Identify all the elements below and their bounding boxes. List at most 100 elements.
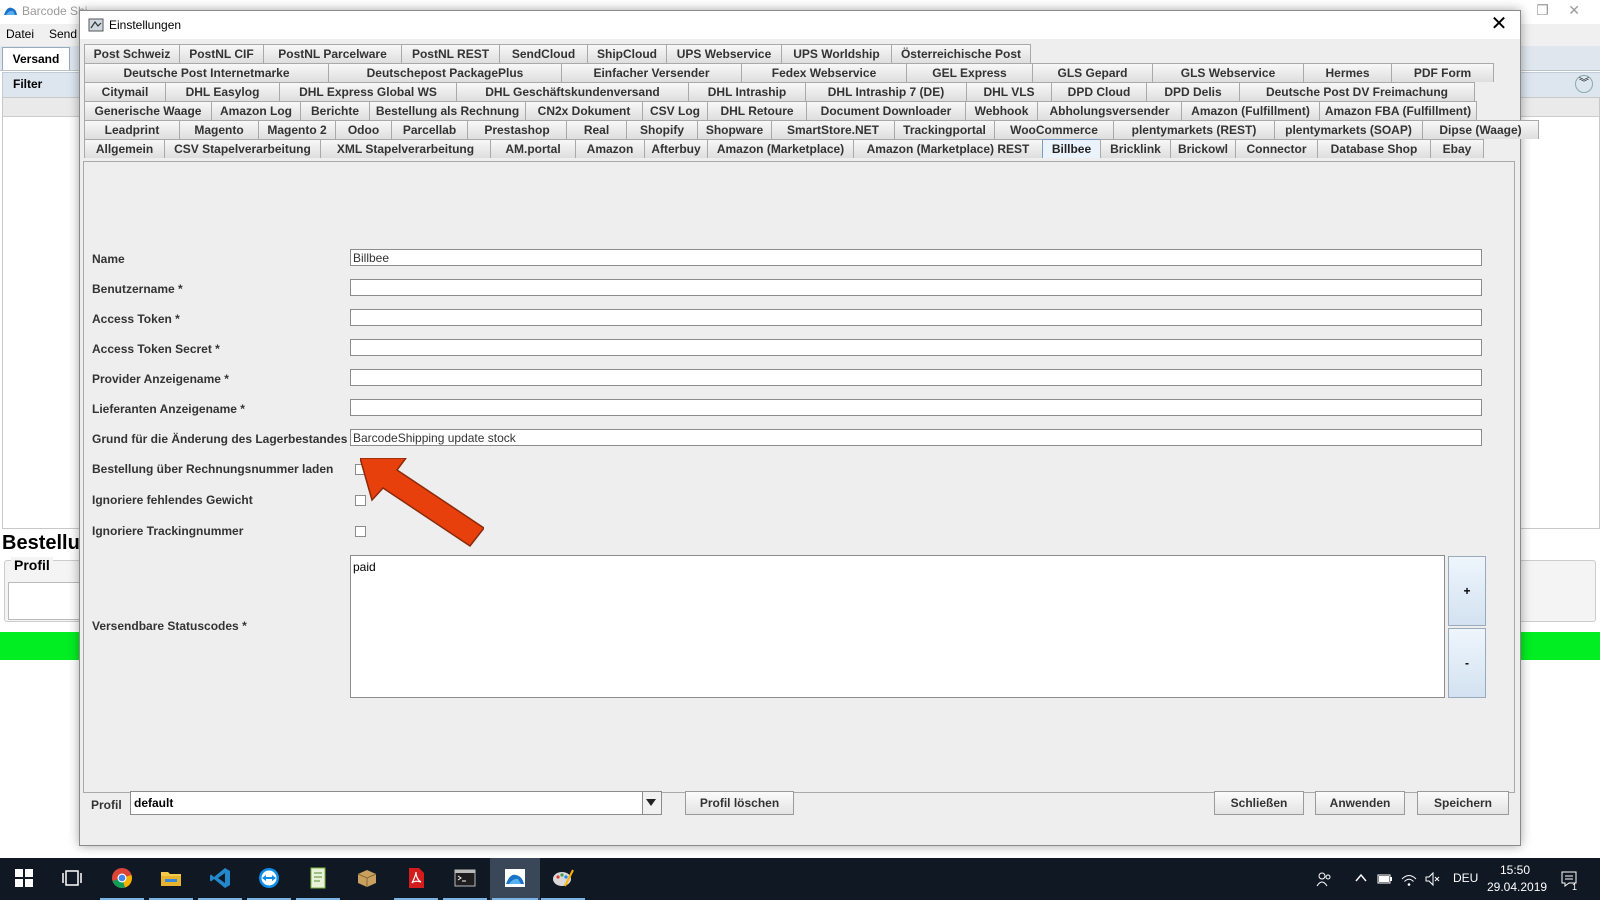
lagerbestand-grund-field[interactable]: BarcodeShipping update stock	[350, 429, 1482, 446]
tab-am-portal[interactable]: AM.portal	[490, 139, 576, 158]
tab-csv-stapelverarbeitung[interactable]: CSV Stapelverarbeitung	[164, 139, 321, 158]
tab-smartstore-net[interactable]: SmartStore.NET	[771, 120, 895, 139]
list-item[interactable]: paid	[353, 560, 1442, 574]
windows-start-icon[interactable]	[12, 866, 36, 890]
notepad-icon[interactable]	[306, 866, 330, 890]
tab-bricklink[interactable]: Bricklink	[1100, 139, 1171, 158]
background-profile-field[interactable]	[8, 582, 80, 620]
tab-gls-gepard[interactable]: GLS Gepard	[1032, 63, 1153, 82]
vscode-icon[interactable]	[208, 866, 232, 890]
close-icon[interactable]: ✕	[1488, 14, 1510, 34]
tab-dhl-vls[interactable]: DHL VLS	[966, 82, 1052, 101]
profil-select[interactable]: default	[130, 791, 662, 815]
tab-brickowl[interactable]: Brickowl	[1170, 139, 1236, 158]
tab-österreichische-post[interactable]: Österreichische Post	[891, 44, 1031, 63]
barcode-shipping-icon[interactable]	[503, 866, 527, 890]
tab-leadprint[interactable]: Leadprint	[84, 120, 180, 139]
language-indicator[interactable]: DEU	[1453, 871, 1478, 885]
tab-real[interactable]: Real	[566, 120, 627, 139]
tab-sendcloud[interactable]: SendCloud	[499, 44, 588, 63]
tab-woocommerce[interactable]: WooCommerce	[994, 120, 1114, 139]
wifi-icon[interactable]	[1401, 871, 1417, 887]
tab-amazon-log[interactable]: Amazon Log	[211, 101, 301, 120]
tab-afterbuy[interactable]: Afterbuy	[644, 139, 708, 158]
tab-connector[interactable]: Connector	[1235, 139, 1318, 158]
tab-post-schweiz[interactable]: Post Schweiz	[84, 44, 180, 63]
paint-icon[interactable]	[551, 866, 575, 890]
tab-shopify[interactable]: Shopify	[626, 120, 698, 139]
profil-loeschen-button[interactable]: Profil löschen	[685, 791, 794, 815]
menu-send[interactable]: Send	[49, 27, 77, 41]
tab-dpd-cloud[interactable]: DPD Cloud	[1051, 82, 1147, 101]
tab-postnl-cif[interactable]: PostNL CIF	[179, 44, 264, 63]
tab-magento[interactable]: Magento	[179, 120, 259, 139]
tab-amazon[interactable]: Amazon	[575, 139, 645, 158]
tab-dhl-retoure[interactable]: DHL Retoure	[707, 101, 807, 120]
tab-xml-stapelverarbeitung[interactable]: XML Stapelverarbeitung	[320, 139, 491, 158]
tab-csv-log[interactable]: CSV Log	[642, 101, 708, 120]
tab-cn2x-dokument[interactable]: CN2x Dokument	[525, 101, 643, 120]
tab-deutsche-post-internetmarke[interactable]: Deutsche Post Internetmarke	[84, 63, 329, 82]
acrobat-icon[interactable]	[404, 866, 428, 890]
tab-dhl-intraship-7-de[interactable]: DHL Intraship 7 (DE)	[805, 82, 967, 101]
task-view-icon[interactable]	[60, 866, 84, 890]
file-explorer-icon[interactable]	[159, 866, 183, 890]
speichern-button[interactable]: Speichern	[1417, 791, 1509, 815]
tab-billbee[interactable]: Billbee	[1042, 139, 1101, 158]
tab-citymail[interactable]: Citymail	[84, 82, 166, 101]
clock-date[interactable]: 29.04.2019	[1487, 880, 1547, 894]
teamviewer-icon[interactable]	[257, 866, 281, 890]
tab-magento-2[interactable]: Magento 2	[258, 120, 336, 139]
tab-odoo[interactable]: Odoo	[335, 120, 392, 139]
tab-postnl-parcelware[interactable]: PostNL Parcelware	[263, 44, 402, 63]
tab-gel-express[interactable]: GEL Express	[906, 63, 1033, 82]
tab-shopware[interactable]: Shopware	[697, 120, 772, 139]
tab-trackingportal[interactable]: Trackingportal	[894, 120, 995, 139]
tab-bestellung-als-rechnung[interactable]: Bestellung als Rechnung	[369, 101, 526, 120]
tab-document-downloader[interactable]: Document Downloader	[806, 101, 966, 120]
tab-versand[interactable]: Versand	[2, 47, 70, 70]
menu-datei[interactable]: Datei	[6, 27, 34, 41]
anwenden-button[interactable]: Anwenden	[1315, 791, 1405, 815]
tab-hermes[interactable]: Hermes	[1303, 63, 1392, 82]
tab-amazon-fba-fulfillment[interactable]: Amazon FBA (Fulfillment)	[1319, 101, 1477, 120]
tab-dhl-easylog[interactable]: DHL Easylog	[165, 82, 280, 101]
tab-abholungsversender[interactable]: Abholungsversender	[1037, 101, 1182, 120]
tab-deutschepost-packageplus[interactable]: Deutschepost PackagePlus	[328, 63, 562, 82]
tab-ups-worldship[interactable]: UPS Worldship	[781, 44, 892, 63]
speaker-muted-icon[interactable]	[1424, 871, 1440, 887]
tab-deutsche-post-dv-freimachung[interactable]: Deutsche Post DV Freimachung	[1239, 82, 1475, 101]
tab-dhl-intraship[interactable]: DHL Intraship	[688, 82, 806, 101]
tab-dhl-geschäftskundenversand[interactable]: DHL Geschäftskundenversand	[456, 82, 689, 101]
chrome-icon[interactable]	[110, 866, 134, 890]
tab-amazon-marketplace[interactable]: Amazon (Marketplace)	[707, 139, 854, 158]
tab-dipse-waage[interactable]: Dipse (Waage)	[1422, 120, 1539, 139]
tab-dhl-express-global-ws[interactable]: DHL Express Global WS	[279, 82, 457, 101]
tab-webhook[interactable]: Webhook	[965, 101, 1038, 120]
chevron-down-icon[interactable]	[642, 792, 661, 814]
tab-berichte[interactable]: Berichte	[300, 101, 370, 120]
clock-time[interactable]: 15:50	[1500, 863, 1530, 877]
package-icon[interactable]	[355, 866, 379, 890]
tab-allgemein[interactable]: Allgemein	[84, 139, 165, 158]
tab-pdf-form[interactable]: PDF Form	[1391, 63, 1494, 82]
add-statuscode-button[interactable]: +	[1448, 556, 1486, 626]
tab-amazon-marketplace-rest[interactable]: Amazon (Marketplace) REST	[853, 139, 1043, 158]
tab-prestashop[interactable]: Prestashop	[467, 120, 567, 139]
benutzername-field[interactable]	[350, 279, 1482, 296]
tab-postnl-rest[interactable]: PostNL REST	[401, 44, 500, 63]
statuscodes-list[interactable]: paid	[350, 555, 1445, 698]
tab-plentymarkets-rest[interactable]: plentymarkets (REST)	[1113, 120, 1275, 139]
name-field[interactable]: Billbee	[350, 249, 1482, 266]
tab-parcellab[interactable]: Parcellab	[391, 120, 468, 139]
tab-database-shop[interactable]: Database Shop	[1317, 139, 1431, 158]
battery-icon[interactable]	[1377, 872, 1393, 886]
tab-gls-webservice[interactable]: GLS Webservice	[1152, 63, 1304, 82]
tab-generische-waage[interactable]: Generische Waage	[84, 101, 212, 120]
terminal-icon[interactable]	[453, 866, 477, 890]
chevron-up-icon[interactable]	[1355, 873, 1367, 883]
tab-shipcloud[interactable]: ShipCloud	[587, 44, 667, 63]
tab-amazon-fulfillment[interactable]: Amazon (Fulfillment)	[1181, 101, 1320, 120]
tab-ebay[interactable]: Ebay	[1430, 139, 1484, 158]
collapse-chevron-icon[interactable]: ︾	[1575, 75, 1593, 93]
